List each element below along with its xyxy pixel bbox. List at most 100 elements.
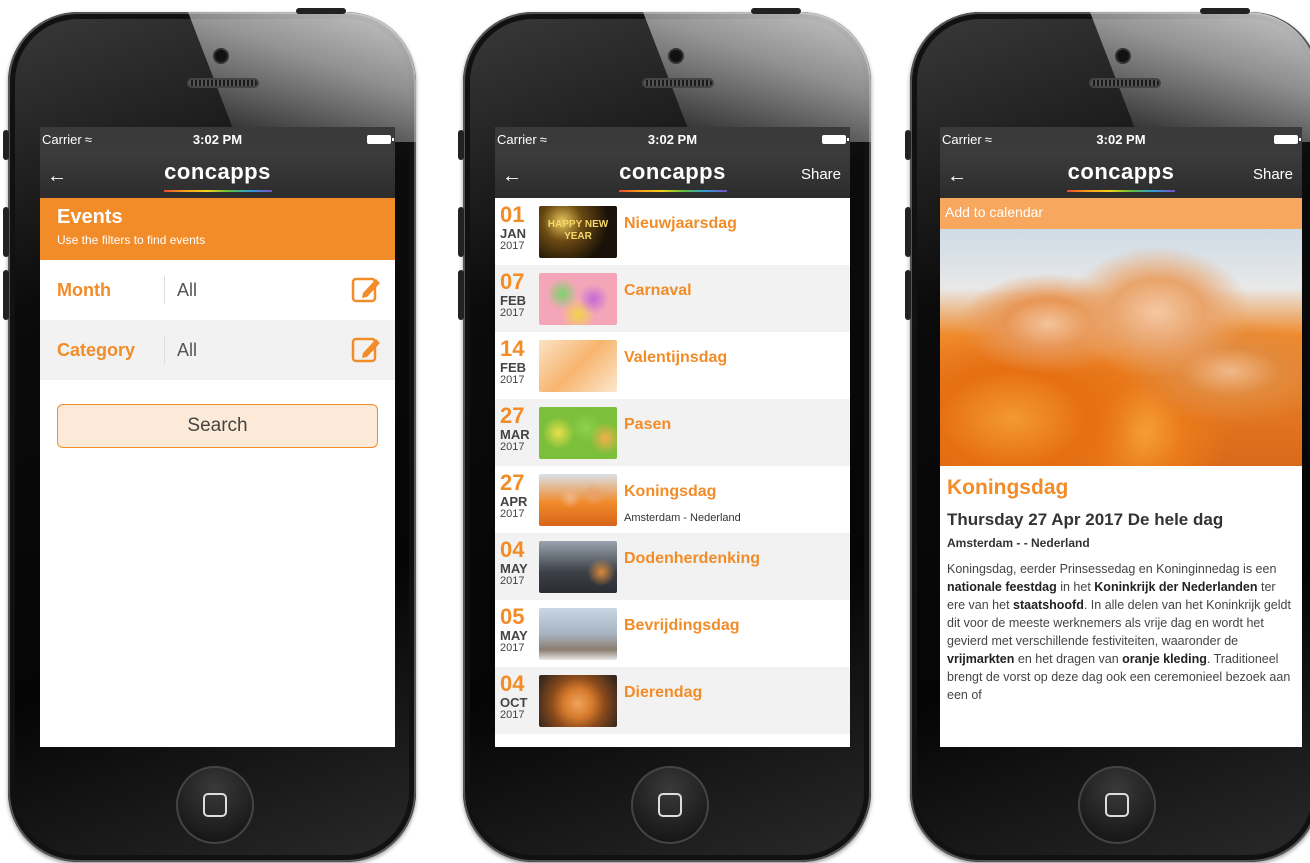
event-text: Valentijnsdag — [624, 349, 727, 367]
description-text: in het — [1056, 580, 1095, 594]
event-thumbnail — [539, 675, 617, 727]
home-button[interactable] — [176, 766, 254, 844]
list-item[interactable]: 14 FEB 2017 Valentijnsdag — [495, 332, 850, 399]
event-thumbnail: HAPPY NEW YEAR — [539, 206, 617, 258]
home-button[interactable] — [631, 766, 709, 844]
event-name: Bevrijdingsdag — [624, 617, 740, 634]
event-text: Bevrijdingsdag — [624, 617, 740, 635]
page-subtitle: Use the filters to find events — [57, 233, 206, 247]
event-date-line: Thursday 27 Apr 2017 De hele dag — [947, 510, 1224, 529]
event-title: Koningsdag — [947, 476, 1069, 499]
mute-switch — [905, 130, 911, 160]
add-to-calendar-button[interactable]: Add to calendar — [940, 198, 1302, 229]
share-button[interactable]: Share — [801, 166, 841, 183]
nav-bar: ← concapps Share — [940, 151, 1302, 198]
mute-switch — [458, 130, 464, 160]
phone-device-list: Carrier ≈ 3:02 PM ← concapps Share 01 JAN 2… — [458, 8, 871, 862]
list-item[interactable]: 04 MAY 2017 Dodenherdenking — [495, 533, 850, 600]
filter-month[interactable]: Month All — [40, 260, 395, 320]
divider — [164, 276, 165, 304]
description-bold: oranje kleding — [1122, 652, 1207, 666]
list-item[interactable]: 07 FEB 2017 Carnaval — [495, 265, 850, 332]
event-year: 2017 — [500, 709, 525, 721]
filter-label: Month — [57, 279, 111, 300]
event-year: 2017 — [500, 240, 525, 252]
event-name: Dierendag — [624, 684, 703, 701]
description-text: Koningsdag, eerder Prinsessedag en Konin… — [947, 562, 1277, 576]
status-bar: Carrier ≈ 3:02 PM — [940, 127, 1302, 151]
description-bold: Koninkrijk der Nederlanden — [1094, 580, 1258, 594]
front-camera — [215, 50, 227, 62]
event-date: 04 MAY 2017 — [495, 539, 539, 587]
event-text: Nieuwjaarsdag — [624, 215, 737, 233]
event-month: OCT — [500, 695, 528, 710]
earpiece-speaker — [642, 78, 714, 88]
earpiece-speaker — [187, 78, 259, 88]
event-year: 2017 — [500, 508, 525, 520]
event-day: 27 — [500, 403, 525, 428]
list-item[interactable]: 01 JAN 2017 HAPPY NEW YEAR Nieuwjaarsdag — [495, 198, 850, 265]
edit-icon[interactable] — [351, 274, 381, 304]
event-hero-image — [940, 229, 1302, 466]
event-day: 14 — [500, 336, 525, 361]
event-date: 04 OCT 2017 — [495, 673, 539, 721]
event-day: 07 — [500, 269, 525, 294]
event-location: Amsterdam - Nederland — [624, 512, 741, 524]
screen-filters: Carrier ≈ 3:02 PM ← concapps Events Use t… — [40, 127, 395, 747]
list-item[interactable]: 04 OCT 2017 Dierendag — [495, 667, 850, 734]
earpiece-speaker — [1089, 78, 1161, 88]
list-item[interactable]: 27 MAR 2017 Pasen — [495, 399, 850, 466]
phone-device-detail: Carrier ≈ 3:02 PM ← concapps Share Add to… — [905, 8, 1310, 862]
description-bold: nationale feestdag — [947, 580, 1057, 594]
event-name: Valentijnsdag — [624, 349, 728, 366]
battery-icon — [367, 134, 394, 144]
mute-switch — [3, 130, 9, 160]
event-description: Koningsdag, eerder Prinsessedag en Konin… — [947, 560, 1295, 704]
event-day: 05 — [500, 604, 525, 629]
screen-detail: Carrier ≈ 3:02 PM ← concapps Share Add to… — [940, 127, 1302, 747]
front-camera — [670, 50, 682, 62]
event-year: 2017 — [500, 575, 525, 587]
search-button[interactable]: Search — [57, 404, 378, 448]
event-day: 27 — [500, 470, 525, 495]
event-month: APR — [500, 494, 528, 509]
status-bar: Carrier ≈ 3:02 PM — [495, 127, 850, 151]
event-text: Koningsdag Amsterdam - Nederland — [624, 483, 741, 524]
home-button[interactable] — [1078, 766, 1156, 844]
list-item[interactable]: 05 MAY 2017 Bevrijdingsdag — [495, 600, 850, 667]
event-date: 14 FEB 2017 — [495, 338, 539, 386]
event-thumbnail — [539, 273, 617, 325]
event-year: 2017 — [500, 307, 525, 319]
event-text: Pasen — [624, 416, 671, 434]
filter-label: Category — [57, 339, 136, 360]
edit-icon[interactable] — [351, 334, 381, 364]
share-button[interactable]: Share — [1253, 166, 1293, 183]
event-list: 01 JAN 2017 HAPPY NEW YEAR Nieuwjaarsdag 0… — [495, 198, 850, 734]
event-month: MAY — [500, 628, 528, 643]
event-day: 01 — [500, 202, 525, 227]
event-year: 2017 — [500, 374, 525, 386]
home-square-icon — [1105, 793, 1129, 817]
home-square-icon — [658, 793, 682, 817]
power-button — [296, 8, 346, 14]
filter-category[interactable]: Category All — [40, 320, 395, 380]
event-day: 04 — [500, 537, 525, 562]
app-logo: concapps — [495, 159, 850, 192]
list-item[interactable]: 27 APR 2017 Koningsdag Amsterdam - Nederlan… — [495, 466, 850, 533]
event-name: Carnaval — [624, 282, 692, 299]
app-logo: concapps — [40, 159, 395, 192]
phone-gloss — [1090, 12, 1310, 142]
filter-value: All — [177, 339, 198, 360]
event-thumbnail — [539, 474, 617, 526]
phone-gloss — [643, 12, 871, 142]
event-date: 27 APR 2017 — [495, 472, 539, 520]
power-button — [1200, 8, 1250, 14]
event-name: Dodenherdenking — [624, 550, 761, 567]
event-month: MAY — [500, 561, 528, 576]
event-day: 04 — [500, 671, 525, 696]
battery-icon — [822, 134, 849, 144]
event-text: Carnaval — [624, 282, 692, 300]
event-detail: Koningsdag Thursday 27 Apr 2017 De hele … — [940, 466, 1302, 714]
nav-bar: ← concapps Share — [495, 151, 850, 198]
stage: Carrier ≈ 3:02 PM ← concapps Events Use t… — [0, 0, 1310, 863]
